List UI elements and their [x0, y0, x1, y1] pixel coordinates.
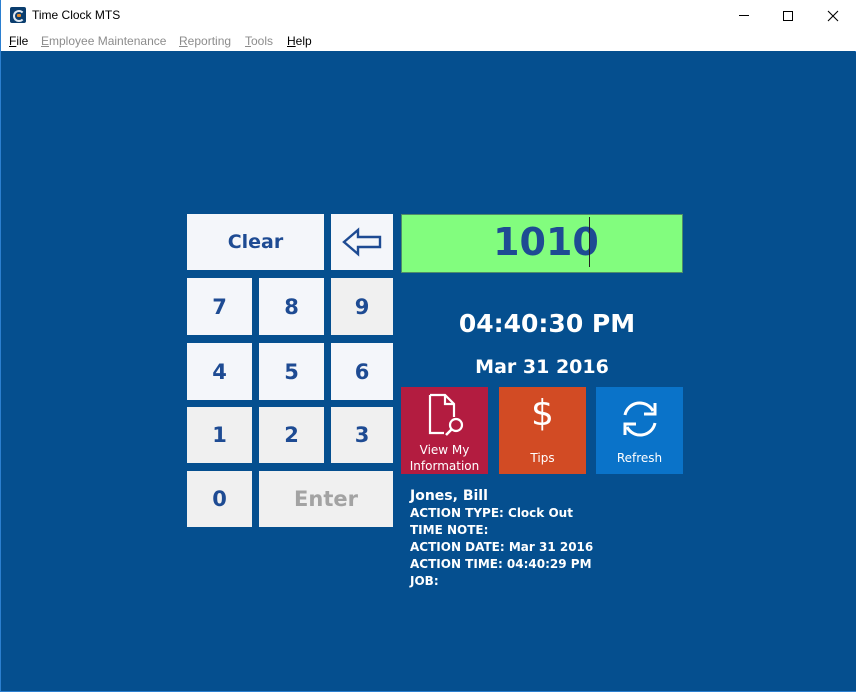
- menu-employee-maintenance[interactable]: Employee Maintenance: [41, 34, 166, 48]
- menu-bar: File Employee Maintenance Reporting Tool…: [1, 31, 856, 51]
- enter-button[interactable]: Enter: [259, 471, 393, 527]
- key-9[interactable]: 9: [331, 278, 393, 335]
- maximize-icon: [783, 10, 793, 21]
- last-action-panel: Jones, Bill ACTION TYPE: Clock Out TIME …: [410, 487, 593, 590]
- action-type: ACTION TYPE: Clock Out: [410, 506, 573, 520]
- document-search-icon: [428, 393, 464, 436]
- minimize-icon: [739, 15, 749, 16]
- key-3[interactable]: 3: [331, 407, 393, 463]
- pin-value: 1010: [493, 219, 599, 264]
- tips-button[interactable]: $ Tips: [499, 387, 586, 474]
- action-date: ACTION DATE: Mar 31 2016: [410, 540, 594, 554]
- view-my-information-button[interactable]: View My Information: [401, 387, 488, 474]
- menu-tools[interactable]: Tools: [245, 34, 273, 48]
- key-1[interactable]: 1: [187, 407, 252, 463]
- refresh-button[interactable]: Refresh: [596, 387, 683, 474]
- refresh-icon: [623, 401, 657, 437]
- tips-label: Tips: [530, 451, 555, 465]
- menu-file[interactable]: File: [9, 34, 28, 48]
- menu-help[interactable]: Help: [287, 34, 312, 48]
- text-caret: [589, 217, 590, 267]
- employee-name: Jones, Bill: [410, 488, 488, 504]
- action-time: ACTION TIME: 04:40:29 PM: [410, 557, 592, 571]
- view-my-information-label-1: View My: [419, 443, 470, 457]
- current-date: Mar 31 2016: [475, 356, 609, 378]
- view-my-information-label-2: Information: [409, 459, 480, 473]
- minimize-button[interactable]: [721, 0, 767, 31]
- key-0[interactable]: 0: [187, 471, 252, 527]
- pin-input[interactable]: 1010: [401, 214, 683, 273]
- key-2[interactable]: 2: [259, 407, 324, 463]
- left-arrow-icon: [342, 227, 382, 257]
- app-window: Time Clock MTS File Employee Maintenance…: [0, 0, 856, 692]
- time-note: TIME NOTE:: [410, 523, 489, 537]
- maximize-button[interactable]: [765, 0, 811, 31]
- job: JOB:: [410, 574, 439, 588]
- key-5[interactable]: 5: [259, 343, 324, 400]
- key-8[interactable]: 8: [259, 278, 324, 335]
- dollar-icon: $: [531, 393, 554, 434]
- close-button[interactable]: [810, 0, 856, 31]
- key-4[interactable]: 4: [187, 343, 252, 400]
- key-6[interactable]: 6: [331, 343, 393, 400]
- title-bar: Time Clock MTS: [1, 0, 856, 31]
- backspace-button[interactable]: [331, 214, 393, 270]
- clear-button[interactable]: Clear: [187, 214, 324, 270]
- close-icon: [827, 10, 839, 21]
- clock-app-icon: [10, 7, 26, 23]
- window-title: Time Clock MTS: [32, 8, 121, 22]
- current-time: 04:40:30 PM: [458, 309, 636, 338]
- refresh-label: Refresh: [616, 451, 663, 465]
- key-7[interactable]: 7: [187, 278, 252, 335]
- menu-reporting[interactable]: Reporting: [179, 34, 231, 48]
